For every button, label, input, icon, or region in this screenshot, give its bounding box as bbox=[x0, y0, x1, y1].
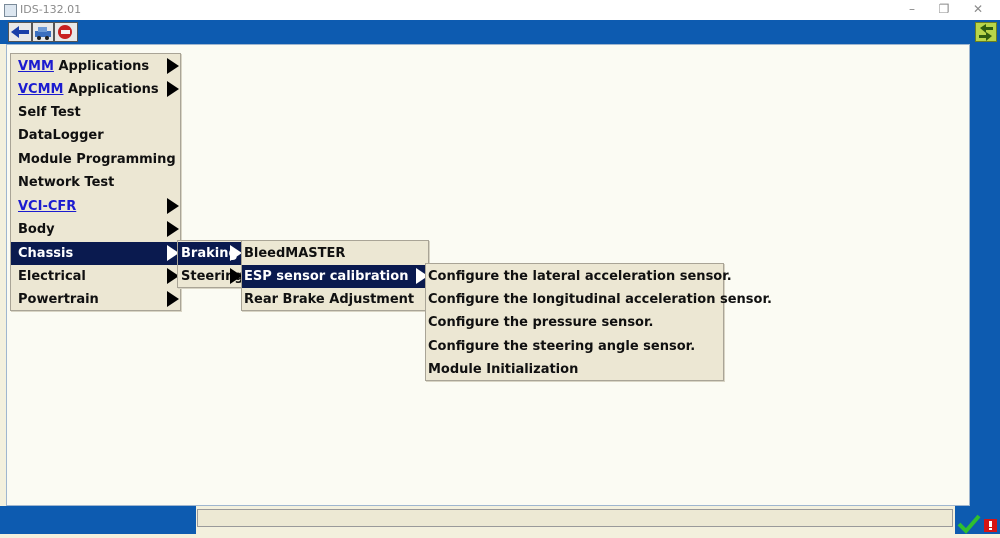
side-strip bbox=[970, 44, 1000, 506]
restore-icon[interactable]: ❐ bbox=[936, 2, 952, 16]
bottom-controls bbox=[957, 514, 997, 534]
toolbar bbox=[0, 20, 1000, 44]
esp-calibration-submenu: Configure the lateral acceleration senso… bbox=[425, 263, 772, 381]
app-icon bbox=[4, 4, 17, 17]
chassis-submenu: Braking Steering bbox=[177, 240, 244, 288]
menu-item-vcmm-applications[interactable]: VCMM Applications bbox=[11, 78, 180, 101]
menu-item-steering[interactable]: Steering bbox=[178, 265, 244, 288]
menu-item-datalogger[interactable]: DataLogger bbox=[11, 124, 180, 147]
menu-item-pressure-sensor[interactable]: Configure the pressure sensor. bbox=[426, 311, 723, 334]
menu-item-module-initialization[interactable]: Module Initialization bbox=[426, 358, 723, 381]
status-bar bbox=[197, 509, 953, 527]
toolbox-icon bbox=[58, 25, 72, 39]
menu-item-braking[interactable]: Braking bbox=[178, 242, 242, 265]
menu-item-steering-angle-sensor[interactable]: Configure the steering angle sensor. bbox=[426, 335, 723, 358]
menu-item-vci-cfr[interactable]: VCI-CFR bbox=[11, 195, 180, 218]
alert-icon[interactable] bbox=[984, 519, 997, 532]
menu-item-body[interactable]: Body bbox=[11, 218, 180, 241]
close-icon[interactable]: ✕ bbox=[970, 2, 986, 16]
bottom-right-panel bbox=[955, 506, 1000, 534]
menu-item-electrical[interactable]: Electrical bbox=[11, 265, 180, 288]
menu-item-longitudinal-acceleration[interactable]: Configure the longitudinal acceleration … bbox=[426, 288, 772, 311]
back-button[interactable] bbox=[8, 22, 32, 42]
menu-item-powertrain[interactable]: Powertrain bbox=[11, 288, 180, 311]
submenu-arrow-icon bbox=[167, 58, 179, 74]
title-bar: IDS-132.01 – ❐ ✕ bbox=[0, 0, 1000, 21]
menu-item-rear-brake-adjustment[interactable]: Rear Brake Adjustment bbox=[242, 288, 428, 311]
vehicle-button[interactable] bbox=[32, 22, 54, 42]
menu-item-lateral-acceleration[interactable]: Configure the lateral acceleration senso… bbox=[426, 265, 732, 288]
submenu-arrow-icon bbox=[167, 291, 179, 307]
swap-arrows-icon bbox=[979, 24, 993, 41]
menu-item-module-programming[interactable]: Module Programming bbox=[11, 148, 180, 171]
menu-item-esp-sensor-calibration[interactable]: ESP sensor calibration bbox=[242, 265, 428, 288]
submenu-arrow-icon bbox=[167, 198, 179, 214]
checkmark-icon[interactable] bbox=[957, 514, 981, 534]
back-arrow-icon bbox=[11, 26, 29, 38]
vehicle-icon bbox=[35, 27, 51, 40]
bottom-left-panel bbox=[0, 506, 196, 534]
main-menu: VMM Applications VCMM Applications Self … bbox=[10, 53, 181, 311]
menu-item-vmm-applications[interactable]: VMM Applications bbox=[11, 55, 180, 78]
minimize-icon[interactable]: – bbox=[904, 2, 920, 16]
window-title: IDS-132.01 bbox=[20, 3, 82, 16]
submenu-arrow-icon bbox=[167, 81, 179, 97]
switch-button[interactable] bbox=[975, 22, 997, 42]
menu-item-chassis[interactable]: Chassis bbox=[11, 242, 180, 265]
toolbox-button[interactable] bbox=[54, 22, 78, 42]
submenu-arrow-icon bbox=[167, 221, 179, 237]
braking-submenu: BleedMASTER ESP sensor calibration Rear … bbox=[241, 240, 429, 311]
menu-item-network-test[interactable]: Network Test bbox=[11, 171, 180, 194]
menu-item-self-test[interactable]: Self Test bbox=[11, 101, 180, 124]
menu-item-bleedmaster[interactable]: BleedMASTER bbox=[242, 242, 428, 265]
